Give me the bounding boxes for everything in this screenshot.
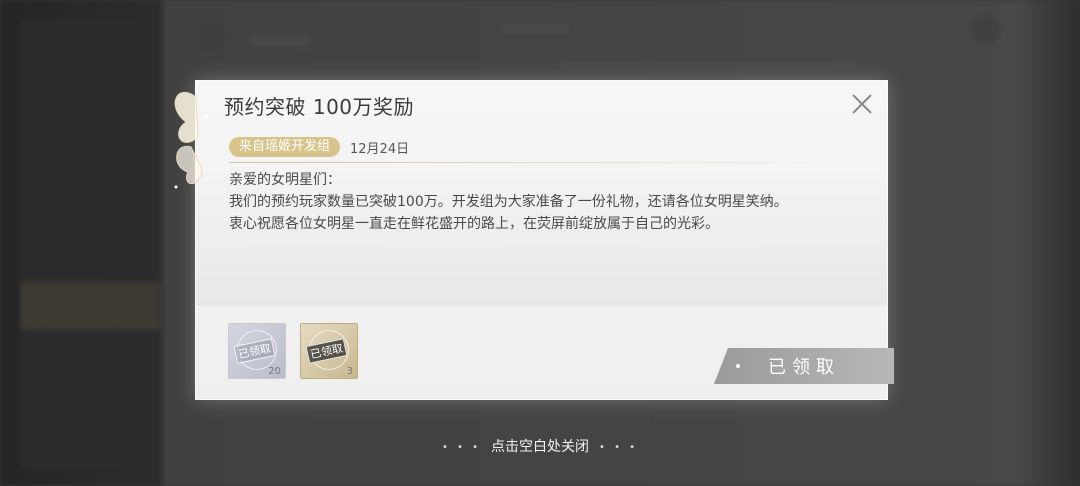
mail-body-line: 衷心祝愿各位女明星一直走在鲜花盛开的路上，在荧屏前绽放属于自己的光彩。 [229, 216, 719, 232]
close-icon[interactable] [849, 91, 875, 117]
reward-item[interactable]: 已领取 3 [300, 323, 358, 379]
dialog-title: 预约突破 100万奖励 [224, 95, 415, 119]
sender-badge: 来自瑶姬开发组 [229, 137, 341, 157]
divider [229, 162, 845, 163]
claim-button-label: 已领取 [768, 357, 840, 378]
reward-item[interactable]: 已领取 20 [228, 323, 286, 379]
close-hint-label: 点击空白处关闭 [491, 439, 589, 455]
mail-meta: 来自瑶姬开发组 12月24日 [229, 137, 409, 157]
mail-body-line: 我们的预约玩家数量已突破100万。开发组为大家准备了一份礼物，还请各位女明星笑纳… [229, 194, 788, 210]
reward-count: 3 [346, 366, 353, 377]
reward-count: 20 [268, 366, 281, 377]
close-hint[interactable]: • • • 点击空白处关闭 • • • [0, 436, 1080, 456]
reward-list: 已领取 20 已领取 3 [228, 323, 358, 379]
claim-button[interactable]: 已领取 [714, 348, 894, 384]
mail-dialog: 预约突破 100万奖励 来自瑶姬开发组 12月24日 亲爱的女明星们： 我们的预… [174, 80, 894, 400]
mail-body: 亲爱的女明星们： 我们的预约玩家数量已突破100万。开发组为大家准备了一份礼物，… [229, 169, 849, 305]
mail-body-line: 亲爱的女明星们： [229, 172, 341, 188]
mail-date: 12月24日 [350, 141, 410, 157]
